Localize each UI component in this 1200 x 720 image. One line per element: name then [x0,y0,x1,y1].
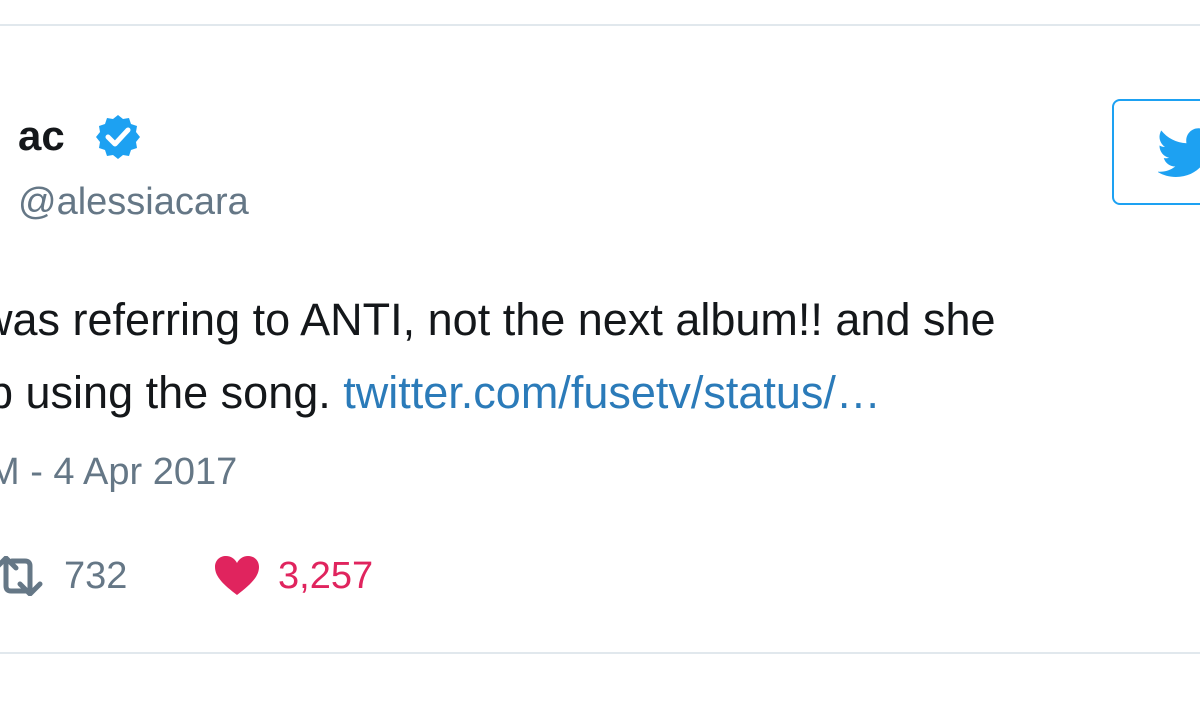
card-top-border [0,24,1200,26]
retweet-count: 732 [64,554,128,597]
like-count: 3,257 [278,554,374,597]
author-handle[interactable]: @alessiacara [18,178,249,226]
verified-badge-icon [96,115,140,159]
card-bottom-border [0,652,1200,654]
tweet-text-line-1: was referring to ANTI, not the next albu… [0,291,996,349]
tweet-link[interactable]: twitter.com/fusetv/status/… [343,367,881,418]
follow-button[interactable] [1112,99,1200,205]
tweet-text-line-2-content: p using the song. [0,367,344,418]
retweet-action[interactable]: 732 [0,548,127,604]
heart-icon [215,556,259,595]
tweet-text-line-2: p using the song. twitter.com/fusetv/sta… [0,364,881,422]
twitter-bird-icon [1158,128,1200,177]
like-action[interactable]: 3,257 [214,548,373,604]
tweet-timestamp[interactable]: M - 4 Apr 2017 [0,444,237,500]
tweet-text-line-1-content: was referring to ANTI, not the next albu… [0,294,996,345]
tweet-embed-page: ac @alessiacara was referring to ANTI, n… [0,0,1200,720]
author-display-name[interactable]: ac [18,110,65,162]
retweet-icon [0,556,43,596]
